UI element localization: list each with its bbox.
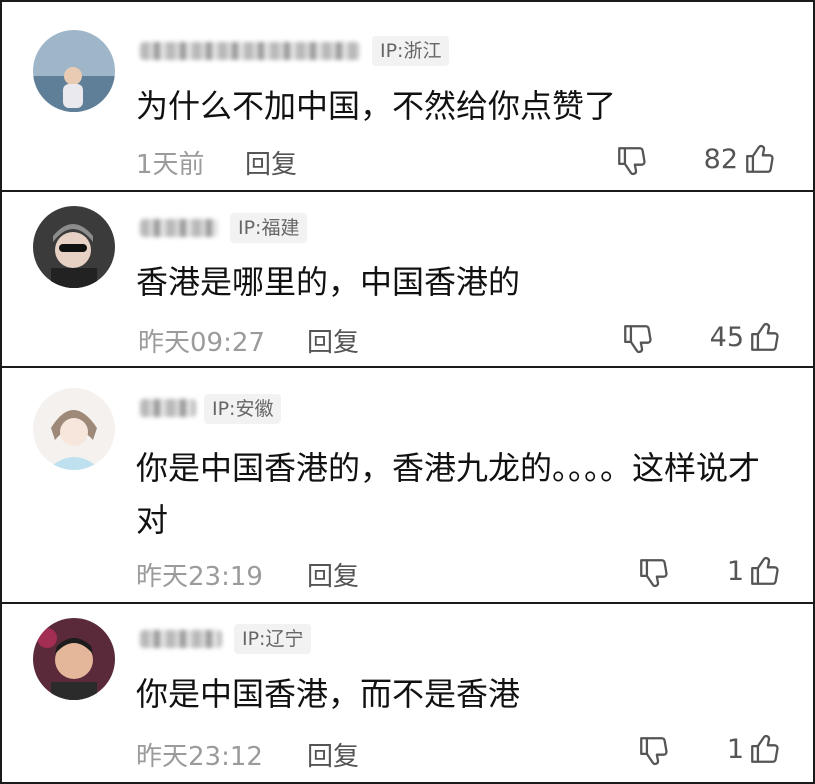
comment-text: 香港是哪里的，中国香港的 [136, 263, 521, 301]
avatar-image [33, 388, 115, 470]
username-blurred[interactable] [140, 42, 360, 60]
avatar-image [33, 618, 115, 700]
comment-timestamp: 昨天23:12 [136, 742, 263, 772]
thumbs-down-icon[interactable] [637, 734, 671, 768]
thumbs-down-icon[interactable] [637, 556, 671, 590]
comment-text: 为什么不加中国，不然给你点赞了 [136, 87, 617, 125]
comment-timestamp: 昨天23:19 [136, 562, 263, 592]
thumbs-up-icon[interactable] [748, 732, 782, 766]
avatar[interactable] [33, 618, 115, 700]
avatar[interactable] [33, 388, 115, 470]
comment-list: IP:浙江 为什么不加中国，不然给你点赞了 1天前 回复 82 IP:福建 香港… [0, 0, 815, 784]
comment-timestamp: 昨天09:27 [138, 328, 265, 358]
like-count: 1 [726, 556, 744, 587]
comment-item: IP:安徽 你是中国香港的，香港九龙的。。。。这样说才对 昨天23:19 回复 … [2, 366, 813, 602]
ip-location-badge: IP:辽宁 [234, 624, 312, 654]
avatar-image [33, 30, 115, 112]
thumbs-down-icon[interactable] [615, 144, 649, 178]
ip-location-badge: IP:安徽 [204, 394, 282, 424]
username-blurred[interactable] [140, 219, 218, 237]
reply-button[interactable]: 回复 [307, 556, 359, 593]
thumbs-down-icon[interactable] [621, 322, 655, 356]
comment-item: IP:浙江 为什么不加中国，不然给你点赞了 1天前 回复 82 [2, 2, 813, 190]
thumbs-up-icon[interactable] [743, 142, 777, 176]
like-count: 45 [709, 322, 744, 353]
like-count: 1 [726, 734, 744, 765]
comment-timestamp: 1天前 [136, 150, 205, 180]
comment-text: 你是中国香港的，香港九龙的。。。。这样说才对 [136, 449, 761, 539]
comment-text: 你是中国香港，而不是香港 [136, 675, 521, 713]
thumbs-up-icon[interactable] [748, 320, 782, 354]
username-blurred[interactable] [140, 630, 222, 648]
comment-item: IP:辽宁 你是中国香港，而不是香港 昨天23:12 回复 1 [2, 602, 813, 784]
avatar[interactable] [33, 30, 115, 112]
username-blurred[interactable] [140, 399, 196, 417]
ip-location-badge: IP:浙江 [372, 36, 450, 66]
thumbs-up-icon[interactable] [748, 554, 782, 588]
avatar-image [33, 206, 115, 288]
reply-button[interactable]: 回复 [245, 144, 297, 181]
like-count: 82 [703, 144, 738, 175]
ip-location-badge: IP:福建 [230, 213, 308, 243]
avatar[interactable] [33, 206, 115, 288]
comment-item: IP:福建 香港是哪里的，中国香港的 昨天09:27 回复 45 [2, 190, 813, 366]
reply-button[interactable]: 回复 [307, 736, 359, 773]
reply-button[interactable]: 回复 [307, 322, 359, 359]
